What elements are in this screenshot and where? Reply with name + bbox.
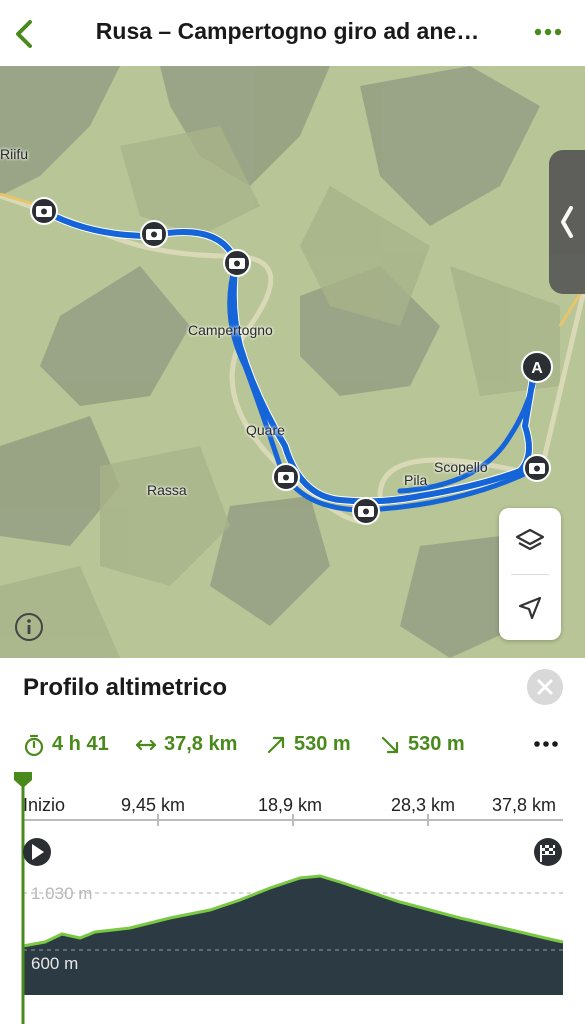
start-marker[interactable]: A [521,351,553,383]
route-map[interactable]: A Riifu Campertogno Quare Rassa Pila Sco… [0,66,585,658]
locate-arrow-icon[interactable] [516,594,544,622]
ascent-arrow-icon [267,736,285,754]
app-header: Rusa – Campertogno giro ad ane… [0,0,585,67]
place-quare: Quare [246,422,285,438]
distance-arrows-icon [135,739,157,751]
place-campertogno: Campertogno [188,322,273,338]
camera-icon[interactable] [30,197,58,225]
chevron-left-icon[interactable] [10,14,40,54]
layers-icon[interactable] [514,526,546,558]
more-horizontal-icon[interactable] [533,22,563,42]
stopwatch-icon [24,734,44,757]
terrain-map: A [0,66,585,658]
place-pila: Pila [404,472,428,488]
descent-arrow-icon [381,736,399,754]
start-marker-label: A [531,360,543,377]
info-icon[interactable] [14,612,44,642]
stat-duration: 4 h 41 [52,733,109,755]
camera-icon[interactable] [352,497,380,525]
chevron-left-icon [561,206,573,238]
place-riifu: Riifu [0,146,29,162]
place-rassa: Rassa [147,482,187,498]
camera-icon[interactable] [140,220,168,248]
y-label-upper: 1.030 m [31,884,93,903]
stat-distance: 37,8 km [164,733,238,755]
finish-flag-icon [534,838,562,866]
close-icon[interactable] [527,669,563,705]
camera-icon[interactable] [272,463,300,491]
camera-icon[interactable] [523,454,551,482]
play-icon [23,838,51,866]
side-panel-handle[interactable] [549,150,585,294]
stat-ascent: 530 m [294,733,351,755]
place-scopello: Scopello [434,459,488,475]
more-horizontal-icon[interactable] [532,736,560,752]
y-label-lower: 600 m [31,954,79,973]
panel-title: Profilo altimetrico [23,674,228,701]
stat-descent: 530 m [408,733,465,755]
map-controls [499,508,561,640]
page-title: Rusa – Campertogno giro ad ane… [95,18,480,44]
camera-icon[interactable] [223,249,251,277]
